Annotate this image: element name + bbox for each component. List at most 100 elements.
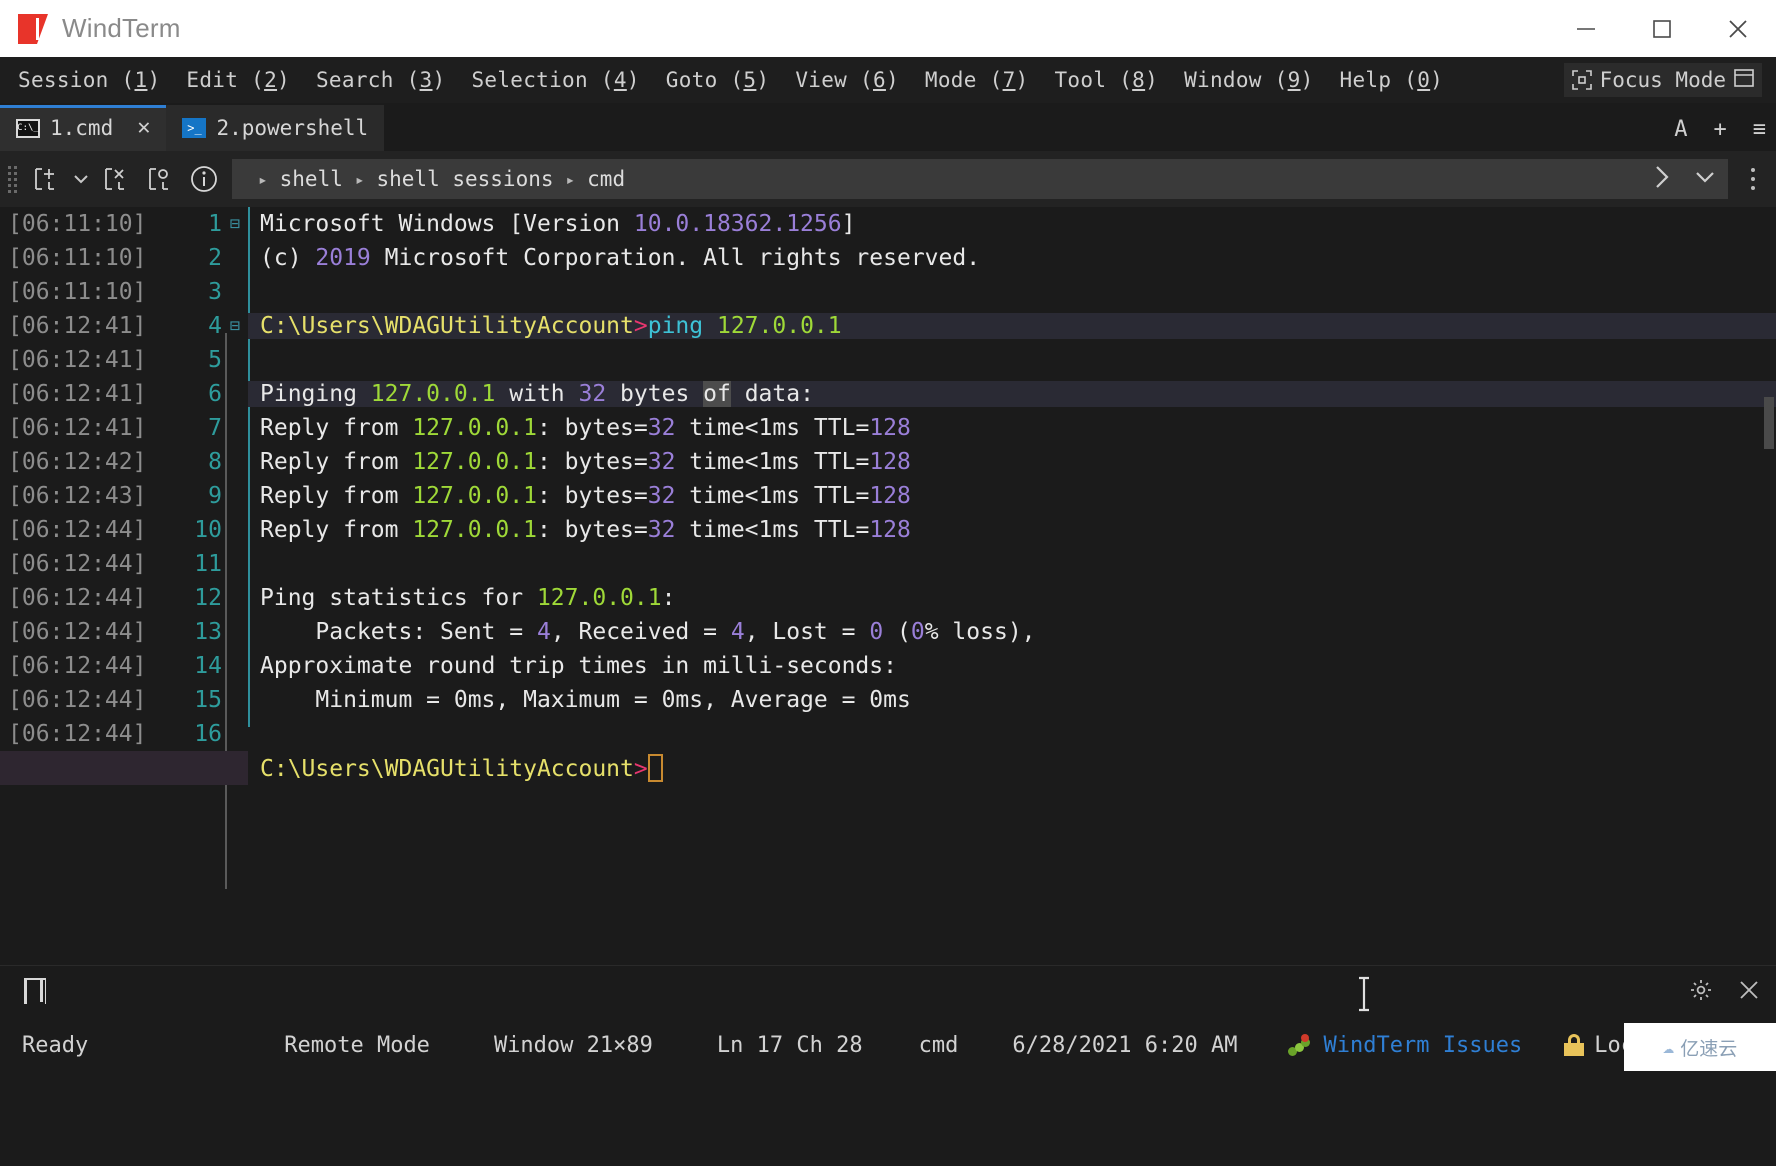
text-span xyxy=(703,313,717,339)
text-span: 127.0.0.1 xyxy=(412,483,537,509)
text-span: Reply from xyxy=(260,415,413,441)
terminal-line: [06:12:44] 13 Packets: Sent = 4, Received… xyxy=(0,615,1776,649)
line-text: Packets: Sent = 4, Received = 4, Lost = … xyxy=(248,619,1776,645)
status-shell: cmd xyxy=(918,1032,959,1058)
breadcrumb-item-shell[interactable]: shell xyxy=(280,167,343,191)
line-text: Reply from 127.0.0.1: bytes=32 time<1ms … xyxy=(248,517,1776,543)
menu-item-session[interactable]: Session (1) xyxy=(18,68,160,92)
kebab-menu-icon[interactable] xyxy=(1736,157,1770,201)
menu-item-view[interactable]: View (6) xyxy=(795,68,899,92)
terminal-line: [06:12:41] 6 Pinging 127.0.0.1 with 32 byt… xyxy=(0,377,1776,411)
chevron-down-icon[interactable] xyxy=(1694,169,1716,189)
text-span: % loss), xyxy=(924,619,1036,645)
text-span: 0 xyxy=(869,619,884,645)
session-manager-icon[interactable] xyxy=(24,977,50,1008)
close-icon[interactable] xyxy=(1700,0,1776,57)
breadcrumb[interactable]: ▸ shell ▸ shell sessions ▸ cmd xyxy=(232,159,1728,199)
tab-close-icon[interactable]: ✕ xyxy=(137,117,150,139)
powershell-icon: >_ xyxy=(182,118,207,138)
menu-item-mode[interactable]: Mode (7) xyxy=(925,68,1029,92)
line-timestamp: [06:12:44] xyxy=(8,551,147,577)
text-span: 128 xyxy=(869,415,911,441)
worm-icon xyxy=(1287,1034,1312,1056)
new-pane-dropdown-icon[interactable] xyxy=(68,174,94,184)
toolbar-drag-handle[interactable] xyxy=(8,166,18,193)
menu-item-window[interactable]: Window (9) xyxy=(1184,68,1313,92)
menu-item-goto[interactable]: Goto (5) xyxy=(666,68,770,92)
new-tab-button[interactable]: + xyxy=(1714,117,1727,142)
line-timestamp: [06:12:42] xyxy=(8,449,147,475)
menu-bar: Session (1) Edit (2) Search (3) Selectio… xyxy=(0,57,1776,103)
line-number: 3 xyxy=(208,279,222,305)
line-timestamp: [06:12:44] xyxy=(8,585,147,611)
font-size-button[interactable]: A xyxy=(1674,117,1687,142)
tab-cmd[interactable]: C:\_ 1.cmd ✕ xyxy=(0,105,167,151)
breadcrumb-item-cmd[interactable]: cmd xyxy=(587,167,625,191)
line-number: 2 xyxy=(208,245,222,271)
pane-toolbar: ▸ shell ▸ shell sessions ▸ cmd xyxy=(0,151,1776,207)
panel-toggle-icon[interactable] xyxy=(1734,68,1754,92)
line-number: 15 xyxy=(194,687,222,713)
maximize-icon[interactable] xyxy=(1624,0,1700,57)
line-number: 11 xyxy=(194,551,222,577)
menu-item-edit[interactable]: Edit (2) xyxy=(186,68,290,92)
text-span: 4 xyxy=(536,619,551,645)
line-timestamp: [06:11:10] xyxy=(8,211,147,237)
text-span: 127.0.0.1 xyxy=(536,585,662,611)
menu-item-tool[interactable]: Tool (8) xyxy=(1054,68,1158,92)
menu-item-selection[interactable]: Selection (4) xyxy=(471,68,639,92)
text-span: : bytes= xyxy=(536,483,648,509)
line-text: C:\Users\WDAGUtilityAccount>ping 127.0.0… xyxy=(248,313,1776,339)
line-text: Reply from 127.0.0.1: bytes=32 time<1ms … xyxy=(248,415,1776,441)
terminal-output[interactable]: [06:11:10] 1 ⊟ Microsoft Windows [Version 1… xyxy=(0,207,1776,965)
text-span: 127.0.0.1 xyxy=(412,449,537,475)
watermark-logo-icon: ☁ xyxy=(1662,1036,1675,1058)
chevron-right-icon[interactable] xyxy=(1652,164,1672,194)
line-timestamp: [06:12:41] xyxy=(8,313,147,339)
watermark: ☁ 亿速云 xyxy=(1624,1023,1776,1071)
status-mode[interactable]: Remote Mode xyxy=(284,1033,430,1058)
terminal-line: [06:12:44] 14 Approximate round trip times… xyxy=(0,649,1776,683)
status-issues-label: WindTerm Issues xyxy=(1323,1032,1523,1058)
focus-mode-label: Focus Mode xyxy=(1599,68,1726,92)
word-highlight: of xyxy=(703,381,731,407)
text-span: Ping statistics for xyxy=(260,585,537,611)
terminal-line: [06:12:44] 12 Ping statistics for 127.0.0.… xyxy=(0,581,1776,615)
text-span: data: xyxy=(730,381,814,407)
breadcrumb-separator-0: ▸ xyxy=(258,169,268,189)
terminal-scrollbar[interactable] xyxy=(1764,397,1774,449)
menu-item-help[interactable]: Help (0) xyxy=(1340,68,1444,92)
text-span: 0 xyxy=(910,619,925,645)
terminal-line: [06:11:10] 3 xyxy=(0,275,1776,309)
fold-toggle-icon[interactable]: ⊟ xyxy=(222,214,248,234)
status-issues-link[interactable]: WindTerm Issues xyxy=(1287,1032,1523,1058)
breadcrumb-item-shell-sessions[interactable]: shell sessions xyxy=(377,167,554,191)
close-pane-icon[interactable] xyxy=(94,157,138,201)
line-text: C:\Users\WDAGUtilityAccount> xyxy=(248,754,1776,782)
focus-mode-button[interactable]: Focus Mode xyxy=(1563,63,1762,97)
window-controls xyxy=(1548,0,1776,57)
tab-powershell[interactable]: >_ 2.powershell xyxy=(166,105,385,151)
text-span: : bytes= xyxy=(536,415,648,441)
menu-item-search[interactable]: Search (3) xyxy=(316,68,445,92)
text-span: : bytes= xyxy=(536,517,648,543)
terminal-line: [06:11:10] 1 ⊟ Microsoft Windows [Version 1… xyxy=(0,207,1776,241)
info-icon[interactable] xyxy=(182,157,226,201)
text-span: 128 xyxy=(869,449,911,475)
text-span: 32 xyxy=(647,449,676,475)
minimize-icon[interactable] xyxy=(1548,0,1624,57)
text-span: Approximate round trip times in milli-se… xyxy=(260,653,897,679)
text-span: : bytes= xyxy=(536,449,648,475)
terminal-line: [06:11:10] 2 (c) 2019 Microsoft Corporatio… xyxy=(0,241,1776,275)
line-text: Approximate round trip times in milli-se… xyxy=(248,653,1776,679)
line-text: Ping statistics for 127.0.0.1: xyxy=(248,585,1776,611)
new-pane-icon[interactable] xyxy=(24,157,68,201)
text-span: > xyxy=(633,313,648,339)
restore-pane-icon[interactable] xyxy=(138,157,182,201)
close-icon[interactable] xyxy=(1738,979,1760,1006)
line-text: Microsoft Windows [Version 10.0.18362.12… xyxy=(248,211,1776,237)
text-span: Reply from xyxy=(260,483,413,509)
tab-list-button[interactable]: ≡ xyxy=(1753,117,1766,142)
gear-icon[interactable] xyxy=(1690,979,1712,1006)
text-span: 127.0.0.1 xyxy=(370,381,496,407)
